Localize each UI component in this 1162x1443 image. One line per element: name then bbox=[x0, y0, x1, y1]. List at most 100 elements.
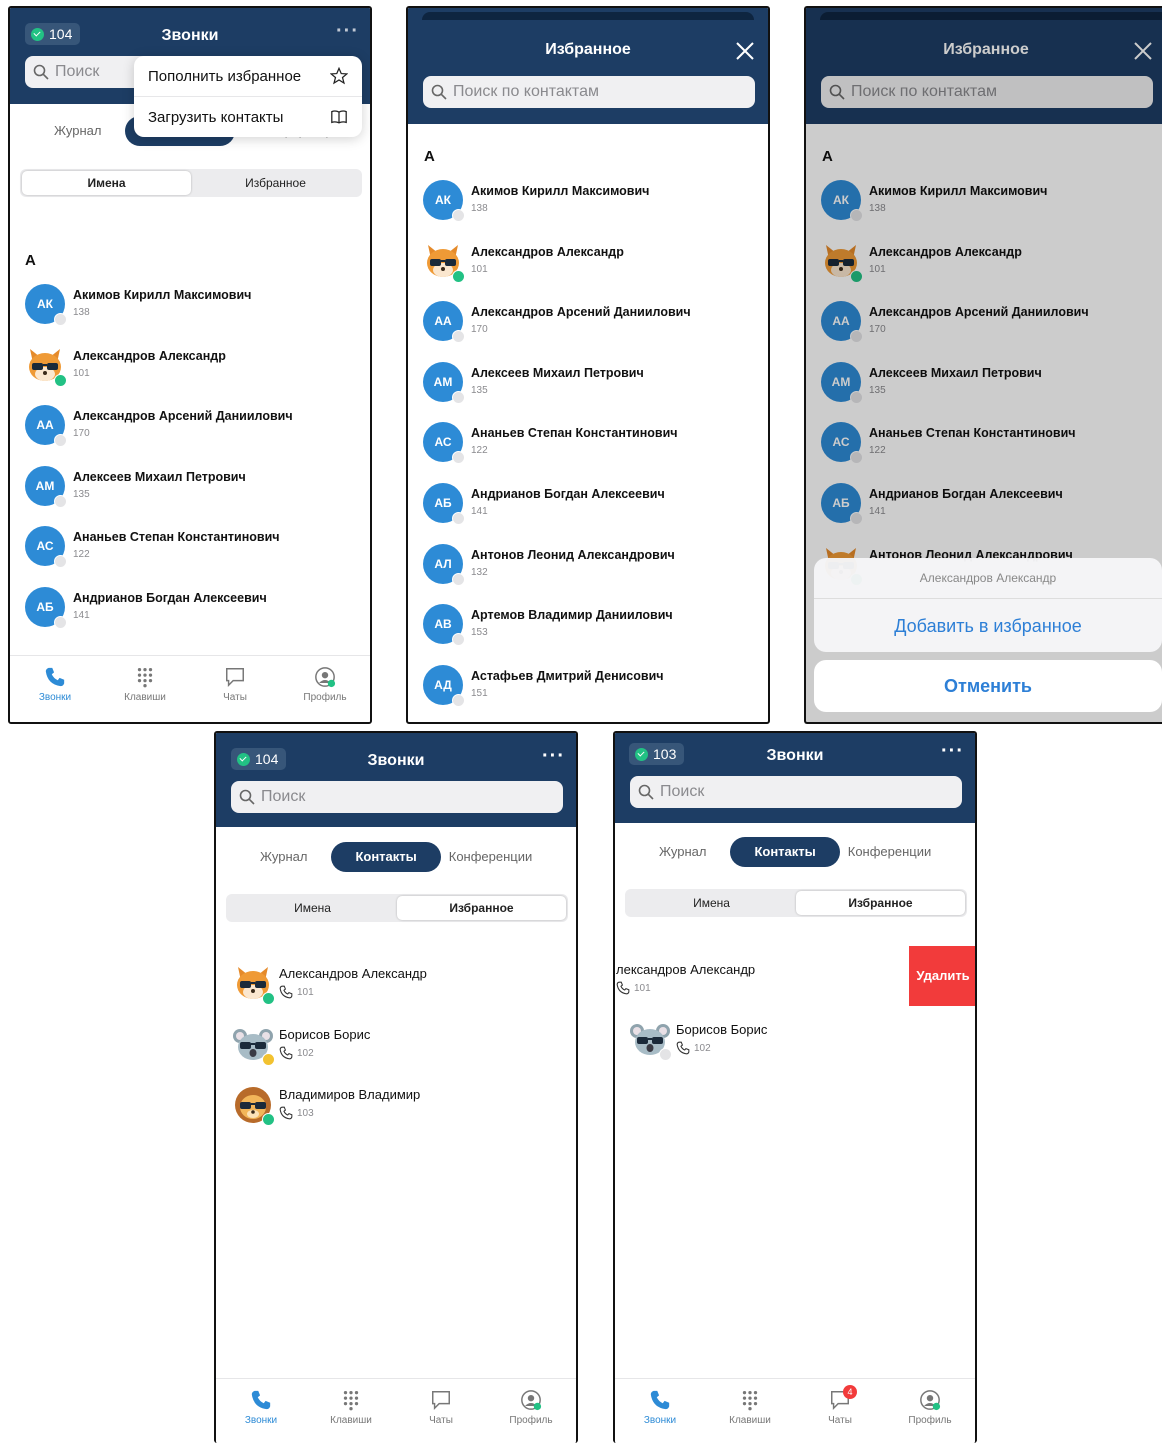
nav-calls[interactable]: Звонки bbox=[10, 656, 100, 722]
more-icon[interactable]: ··· bbox=[336, 21, 359, 41]
contact-row[interactable]: АВ Артемов Владимир Даниилович 153 bbox=[408, 604, 768, 660]
contact-row[interactable]: АБ Андрианов Богдан Алексеевич 141 bbox=[408, 483, 768, 539]
tab-conferences[interactable]: Конференции bbox=[441, 842, 541, 872]
tab-journal[interactable]: Журнал bbox=[236, 842, 331, 872]
tab-contacts[interactable]: Контакты bbox=[730, 837, 840, 867]
segment-favorites[interactable]: Избранное bbox=[191, 171, 360, 195]
contact-name: Ананьев Степан Константинович bbox=[73, 530, 280, 545]
contact-extension: 122 bbox=[73, 549, 90, 561]
contact-row[interactable]: АС Ананьев Степан Константинович 122 bbox=[10, 526, 370, 582]
contact-row[interactable]: АЛ Антонов Леонид Александрович 132 bbox=[408, 543, 768, 600]
contact-row[interactable]: АА Александров Арсений Даниилович 170 bbox=[408, 301, 768, 357]
search-input[interactable]: Поиск bbox=[231, 781, 563, 813]
profile-icon bbox=[315, 667, 336, 688]
contact-extension: 170 bbox=[471, 324, 488, 336]
nav-chats[interactable]: Чаты bbox=[190, 656, 280, 722]
nav-calls[interactable]: Звонки bbox=[615, 1379, 705, 1443]
avatar: АВ bbox=[423, 604, 465, 647]
nav-calls[interactable]: Звонки bbox=[216, 1379, 306, 1443]
nav-chats[interactable]: 4 Чаты bbox=[795, 1379, 885, 1443]
contact-name: Александров Арсений Даниилович bbox=[73, 409, 293, 424]
close-icon[interactable] bbox=[736, 42, 754, 60]
presence-status bbox=[452, 209, 465, 222]
contact-row[interactable]: АМ Алексеев Михаил Петрович 135 bbox=[10, 465, 370, 522]
contact-name: Борисов Борис bbox=[279, 1026, 371, 1042]
contact-name: Артемов Владимир Даниилович bbox=[471, 608, 673, 623]
contact-row[interactable]: АА Александров Арсений Даниилович 170 bbox=[10, 405, 370, 461]
avatar: АК bbox=[423, 180, 465, 222]
contact-extension: 138 bbox=[73, 307, 90, 318]
avatar bbox=[233, 963, 275, 1005]
segment-control: Имена Избранное bbox=[20, 169, 362, 197]
avatar: АС bbox=[423, 422, 465, 465]
contact-row[interactable]: АМ Алексеев Михаил Петрович 135 bbox=[408, 361, 768, 418]
presence-status bbox=[452, 451, 465, 465]
nav-profile[interactable]: Профиль bbox=[280, 656, 370, 722]
tab-contacts[interactable]: Контакты bbox=[331, 842, 441, 872]
contact-extension: 153 bbox=[471, 627, 488, 639]
search-icon bbox=[431, 84, 447, 100]
nav-keypad[interactable]: Клавиши bbox=[705, 1379, 795, 1443]
contact-row[interactable]: АК Акимов Кирилл Максимович 138 bbox=[408, 180, 768, 236]
favorite-row[interactable]: Александров Александр 101 bbox=[216, 963, 576, 1019]
contact-extension: 101 bbox=[471, 263, 488, 275]
segment-names[interactable]: Имена bbox=[627, 891, 796, 915]
tabs: Журнал Контакты Конференции bbox=[635, 837, 939, 867]
cancel-button[interactable]: Отменить bbox=[814, 660, 1162, 712]
tab-conferences[interactable]: Конференции bbox=[840, 837, 940, 867]
search-input[interactable]: Поиск bbox=[630, 776, 962, 808]
contact-name: Александров Александр bbox=[471, 244, 624, 259]
segment-control: Имена Избранное bbox=[625, 889, 967, 917]
contact-row[interactable]: АК Акимов Кирилл Максимович 138 bbox=[10, 284, 370, 340]
add-favorite-button[interactable]: Добавить в избранное bbox=[814, 599, 1162, 652]
unread-badge: 4 bbox=[843, 1385, 857, 1399]
sheet-title: Александров Александр bbox=[814, 558, 1162, 599]
nav-keypad[interactable]: Клавиши bbox=[306, 1379, 396, 1443]
presence-status bbox=[452, 269, 465, 283]
contact-row[interactable]: АД Астафьев Дмитрий Денисович 151 bbox=[408, 664, 768, 721]
contact-name: Александров Александр bbox=[279, 966, 427, 981]
segment-favorites[interactable]: Избранное bbox=[796, 891, 965, 915]
contact-name: Алексеев Михаил Петрович bbox=[73, 469, 246, 484]
contact-extension: 135 bbox=[471, 384, 488, 396]
avatar: АБ bbox=[423, 483, 465, 525]
presence-status bbox=[54, 555, 67, 569]
nav-keypad[interactable]: Клавиши bbox=[100, 656, 190, 722]
tab-journal[interactable]: Журнал bbox=[635, 837, 730, 867]
presence-status bbox=[54, 434, 67, 448]
contact-row[interactable]: Александров Александр 101 bbox=[408, 241, 768, 297]
favorite-row[interactable]: Борисов Борис 102 bbox=[216, 1024, 576, 1080]
sheet-top-edge bbox=[422, 12, 754, 20]
search-input[interactable]: Поиск по контактам bbox=[423, 76, 755, 108]
avatar: АА bbox=[423, 301, 465, 344]
contact-name: Акимов Кирилл Максимович bbox=[471, 184, 650, 198]
menu-item-add-favorites[interactable]: Пополнить избранное bbox=[134, 56, 362, 97]
contact-row[interactable]: АС Ананьев Степан Константинович 122 bbox=[408, 422, 768, 478]
tab-journal[interactable]: Журнал bbox=[30, 116, 125, 146]
avatar: АД bbox=[423, 664, 465, 707]
nav-profile[interactable]: Профиль bbox=[486, 1379, 576, 1443]
contact-row[interactable]: АБ Андрианов Богдан Алексеевич 141 bbox=[10, 587, 370, 643]
segment-names[interactable]: Имена bbox=[228, 896, 397, 920]
segment-favorites[interactable]: Избранное bbox=[397, 896, 566, 920]
contact-extension: 132 bbox=[471, 566, 488, 578]
more-icon[interactable]: ··· bbox=[542, 746, 565, 766]
page-title: Звонки bbox=[367, 752, 425, 769]
contact-extension: 102 bbox=[694, 1043, 711, 1054]
favorite-row[interactable]: Владимиров Владимир 103 bbox=[216, 1084, 576, 1140]
favorite-row[interactable]: Борисов Борис 102 bbox=[615, 1019, 975, 1075]
more-icon[interactable]: ··· bbox=[941, 741, 964, 761]
keypad-icon bbox=[742, 1391, 758, 1411]
chat-icon bbox=[226, 668, 244, 688]
presence-status bbox=[452, 512, 465, 525]
page-title: Избранное bbox=[545, 41, 631, 58]
delete-button[interactable]: Удалить bbox=[909, 946, 975, 1006]
contact-row[interactable]: Александров Александр 101 bbox=[10, 345, 370, 401]
avatar bbox=[630, 1019, 672, 1061]
menu-item-load-contacts[interactable]: Загрузить контакты bbox=[134, 97, 362, 137]
segment-names[interactable]: Имена bbox=[22, 171, 191, 195]
nav-chats[interactable]: Чаты bbox=[396, 1379, 486, 1443]
page-title: Звонки bbox=[161, 27, 219, 44]
contact-name: лександров Александр bbox=[616, 962, 756, 977]
nav-profile[interactable]: Профиль bbox=[885, 1379, 975, 1443]
